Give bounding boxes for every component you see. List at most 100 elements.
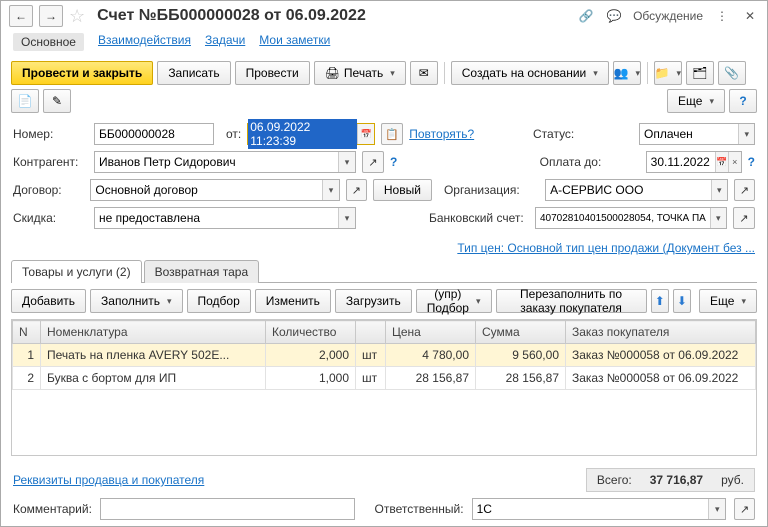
- discount-field[interactable]: ▾: [94, 207, 356, 229]
- create-based-button[interactable]: Создать на основании: [451, 61, 609, 85]
- counterparty-open-button[interactable]: ↗: [362, 151, 384, 173]
- table-row[interactable]: 2 Буква с бортом для ИП 1,000 шт 28 156,…: [13, 367, 756, 390]
- print-button[interactable]: 🖨Печать: [314, 61, 406, 85]
- mail-button[interactable]: ✉: [410, 61, 438, 85]
- post-button[interactable]: Провести: [235, 61, 310, 85]
- mail-icon: ✉: [419, 66, 429, 80]
- more-button[interactable]: Еще: [667, 89, 725, 113]
- post-and-close-button[interactable]: Провести и закрыть: [11, 61, 153, 85]
- tab-tasks[interactable]: Задачи: [205, 33, 245, 51]
- counterparty-help[interactable]: ?: [390, 155, 397, 169]
- move-down-button[interactable]: ⬇: [673, 289, 691, 313]
- table-row[interactable]: 1 Печать на пленка AVERY 502E... 2,000 ш…: [13, 344, 756, 367]
- tab-notes[interactable]: Мои заметки: [259, 33, 330, 51]
- price-type-link[interactable]: Тип цен: Основной тип цен продажи (Докум…: [457, 241, 755, 255]
- separator: [444, 62, 445, 84]
- number-field[interactable]: [94, 123, 214, 145]
- new-contract-button[interactable]: Новый: [373, 179, 432, 201]
- close-icon[interactable]: ✕: [741, 7, 759, 25]
- payby-help[interactable]: ?: [748, 155, 755, 169]
- load-button[interactable]: Загрузить: [335, 289, 412, 313]
- status-field[interactable]: ▾: [639, 123, 755, 145]
- separator: [647, 62, 648, 84]
- items-table[interactable]: N Номенклатура Количество Цена Сумма Зак…: [12, 320, 756, 390]
- chevron-down-icon[interactable]: ▾: [338, 152, 355, 172]
- discussion-label[interactable]: Обсуждение: [633, 9, 703, 23]
- tab-returnable[interactable]: Возвратная тара: [144, 260, 260, 283]
- folder-icon: 📁: [655, 66, 670, 80]
- bank-open-button[interactable]: ↗: [733, 207, 755, 229]
- payby-field[interactable]: 📅×: [646, 151, 742, 173]
- responsible-open-button[interactable]: ↗: [734, 498, 755, 520]
- calendar-icon[interactable]: 📅: [715, 152, 728, 172]
- calendar-icon[interactable]: 📅: [357, 124, 374, 144]
- upr-select-button[interactable]: (упр) Подбор: [416, 289, 492, 313]
- seller-details-link[interactable]: Реквизиты продавца и покупателя: [13, 473, 204, 487]
- pencil-icon: ✎: [52, 94, 62, 108]
- tab-interactions[interactable]: Взаимодействия: [98, 33, 191, 51]
- tab-items[interactable]: Товары и услуги (2): [11, 260, 142, 283]
- tab-main[interactable]: Основное: [13, 33, 84, 51]
- bank-label: Банковский счет:: [429, 211, 529, 225]
- responsible-label: Ответственный:: [375, 502, 464, 516]
- link-icon[interactable]: 🔗: [577, 7, 595, 25]
- col-unit: [356, 321, 386, 344]
- chevron-down-icon[interactable]: ▾: [710, 208, 726, 228]
- from-label: от:: [226, 127, 241, 141]
- arrow-up-icon: ⬆: [655, 294, 665, 308]
- report-button[interactable]: 📄: [11, 89, 39, 113]
- clip-icon: 📎: [724, 66, 739, 80]
- date-field[interactable]: 06.09.2022 11:23:39 📅: [247, 123, 375, 145]
- comment-label: Комментарий:: [13, 502, 92, 516]
- save-button[interactable]: Записать: [157, 61, 230, 85]
- refill-button[interactable]: Перезаполнить по заказу покупателя: [496, 289, 647, 313]
- help-button[interactable]: ?: [729, 89, 757, 113]
- star-icon[interactable]: ☆: [69, 6, 85, 27]
- nav-forward-button[interactable]: →: [39, 5, 63, 27]
- counterparty-label: Контрагент:: [13, 155, 88, 169]
- chevron-down-icon[interactable]: ▾: [738, 124, 754, 144]
- structure-button[interactable]: 🗂: [686, 61, 714, 85]
- users-button[interactable]: 👥: [613, 61, 641, 85]
- responsible-field[interactable]: ▾: [472, 498, 727, 520]
- col-order: Заказ покупателя: [566, 321, 756, 344]
- contract-label: Договор:: [13, 183, 84, 197]
- add-row-button[interactable]: Добавить: [11, 289, 86, 313]
- chevron-down-icon[interactable]: ▾: [322, 180, 339, 200]
- date-hint-button[interactable]: 📋: [381, 123, 403, 145]
- kebab-icon[interactable]: ⋮: [713, 7, 731, 25]
- col-qty: Количество: [266, 321, 356, 344]
- chevron-down-icon[interactable]: ▾: [711, 180, 727, 200]
- col-nomenclature: Номенклатура: [41, 321, 266, 344]
- document-title: Счет №ББ000000028 от 06.09.2022: [97, 7, 571, 25]
- col-price: Цена: [386, 321, 476, 344]
- help-icon: ?: [739, 94, 746, 108]
- select-button[interactable]: Подбор: [187, 289, 251, 313]
- nav-back-button[interactable]: ←: [9, 5, 33, 27]
- change-button[interactable]: Изменить: [255, 289, 331, 313]
- move-up-button[interactable]: ⬆: [651, 289, 669, 313]
- report-icon: 📄: [18, 94, 33, 108]
- table-more-button[interactable]: Еще: [699, 289, 757, 313]
- fill-button[interactable]: Заполнить: [90, 289, 182, 313]
- org-field[interactable]: ▾: [545, 179, 728, 201]
- repeat-link[interactable]: Повторять?: [409, 127, 474, 141]
- attach-button[interactable]: 📎: [718, 61, 746, 85]
- chevron-down-icon[interactable]: ▾: [708, 499, 725, 519]
- number-label: Номер:: [13, 127, 88, 141]
- total-box: Всего: 37 716,87 руб.: [586, 468, 755, 492]
- edit-button[interactable]: ✎: [43, 89, 71, 113]
- folder-button[interactable]: 📁: [654, 61, 682, 85]
- org-open-button[interactable]: ↗: [734, 179, 755, 201]
- discount-label: Скидка:: [13, 211, 88, 225]
- chevron-down-icon[interactable]: ▾: [338, 208, 355, 228]
- org-label: Организация:: [444, 183, 539, 197]
- structure-icon: 🗂: [692, 66, 707, 80]
- bank-field[interactable]: ▾: [535, 207, 727, 229]
- discussion-icon[interactable]: 💬: [605, 7, 623, 25]
- contract-field[interactable]: ▾: [90, 179, 339, 201]
- comment-field[interactable]: [100, 498, 355, 520]
- counterparty-field[interactable]: ▾: [94, 151, 356, 173]
- clear-icon[interactable]: ×: [728, 152, 741, 172]
- contract-open-button[interactable]: ↗: [346, 179, 367, 201]
